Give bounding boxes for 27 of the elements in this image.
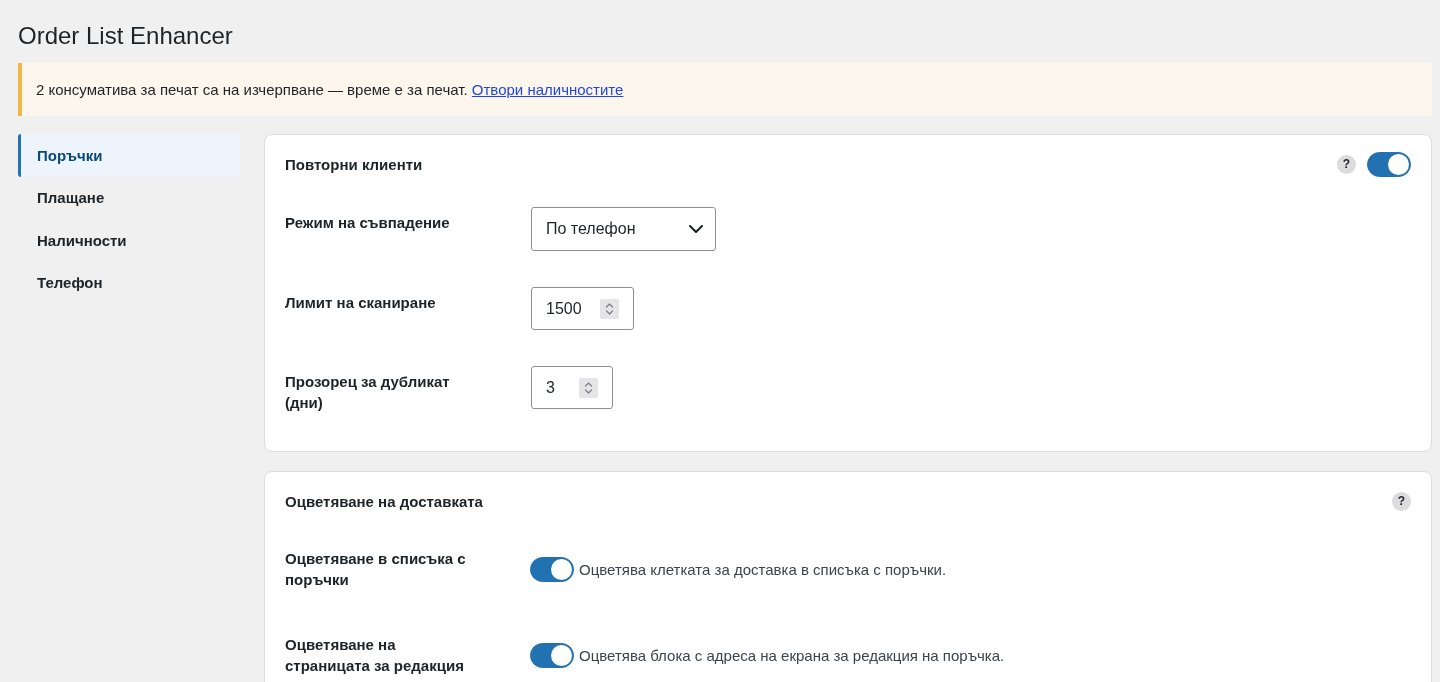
field-label: Оцветяване на страницата за редакция <box>285 635 465 676</box>
sidebar-tab[interactable]: Наличности <box>18 219 240 262</box>
toggle-switch[interactable] <box>1367 151 1411 177</box>
section-title: Оцветяване на доставката <box>285 491 483 512</box>
notice-text: 2 консуматива за печат са на изчерпване — време е за печат. Отвори наличностите <box>36 80 625 100</box>
help-button[interactable]: ? <box>1337 154 1356 174</box>
page-title: Order List Enhancer <box>18 21 234 51</box>
toggle-switch[interactable] <box>530 556 574 582</box>
up-down-arrows-icon <box>579 377 598 398</box>
inventory-link[interactable]: Отвори наличностите <box>471 81 624 98</box>
field-description: Оцветява блока с адреса на екрана за редакция на поръчка. <box>579 645 1005 666</box>
field-label: Лимит на сканиране <box>285 293 437 313</box>
sidebar-tab[interactable]: Телефон <box>18 261 240 304</box>
field-label: Оцветяване в списъка с поръчки <box>285 549 467 590</box>
field-description: Оцветява клетката за доставка в списъка с поръчки. <box>579 559 947 580</box>
up-down-arrows-icon <box>600 298 619 319</box>
number-field[interactable]: 3 <box>531 366 613 409</box>
toggle-switch[interactable] <box>530 642 574 668</box>
chevron-down-icon <box>689 225 703 233</box>
section-title: Повторни клиенти <box>285 154 423 175</box>
dropdown-select[interactable]: По телефон <box>531 207 716 251</box>
number-field[interactable]: 1500 <box>531 287 634 330</box>
field-label: Режим на съвпадение <box>285 213 451 233</box>
sidebar-tab[interactable]: Плащане <box>18 176 240 219</box>
field-label: Прозорец за дубликат (дни) <box>285 372 451 413</box>
help-button[interactable]: ? <box>1392 491 1411 511</box>
sidebar-tab[interactable]: Поръчки <box>18 134 240 177</box>
